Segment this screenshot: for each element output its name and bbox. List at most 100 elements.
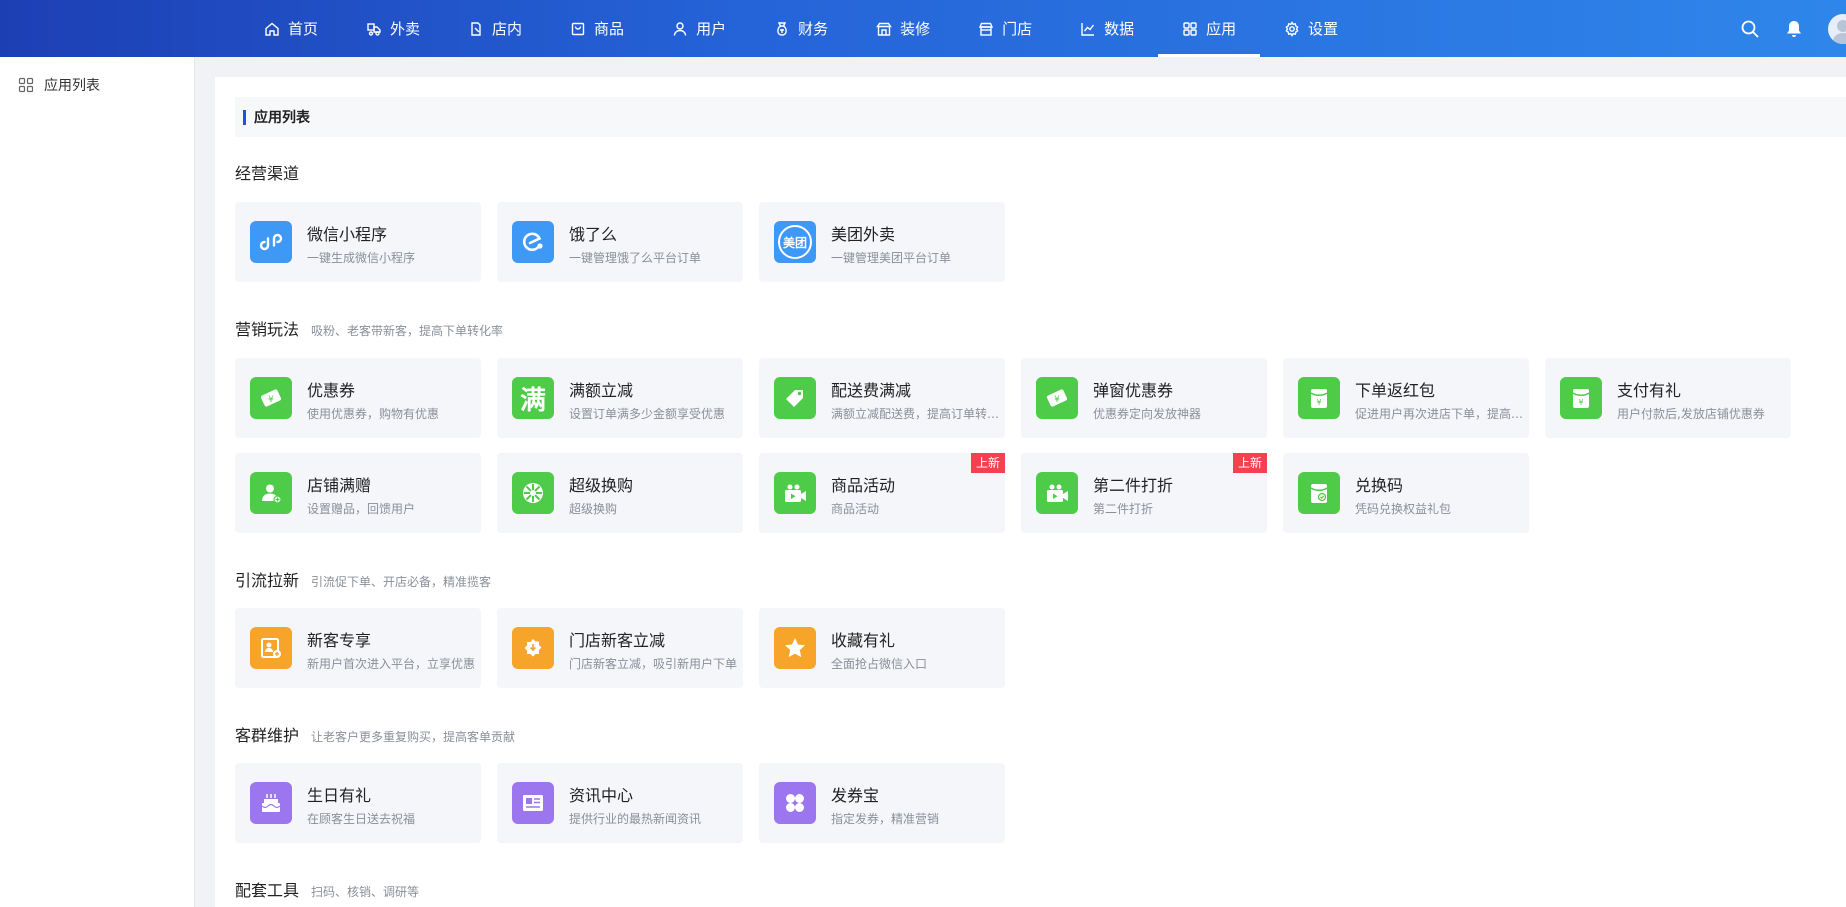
card-name: 门店新客立减 — [569, 631, 666, 650]
card-desc: 一键管理饿了么平台订单 — [569, 251, 702, 265]
card-name: 支付有礼 — [1617, 381, 1682, 400]
card-name: 满额立减 — [569, 381, 634, 400]
card-desc: 指定发券，精准营销 — [831, 812, 940, 826]
news-icon — [512, 782, 554, 824]
full-reduce-icon: 满 — [512, 377, 554, 419]
app-card-delivery-fee[interactable]: 配送费满减 满额立减配送费，提高订单转化率 — [759, 358, 1005, 438]
app-card-popup-coupon[interactable]: ¥ 弹窗优惠券 优惠券定向发放神器 — [1021, 358, 1267, 438]
app-card-eleme[interactable]: 饿了么 一键管理饿了么平台订单 — [497, 202, 743, 282]
nav-delivery-label: 外卖 — [390, 20, 421, 38]
sidebar: 应用列表 — [0, 57, 195, 907]
app-card-news-center[interactable]: 资讯中心 提供行业的最热新闻资讯 — [497, 763, 743, 843]
card-desc: 用户付款后,发放店铺优惠券 — [1617, 407, 1765, 421]
chart-icon — [1081, 22, 1095, 36]
card-desc: 第二件打折 — [1093, 502, 1154, 516]
nav-settings-label: 设置 — [1308, 20, 1339, 38]
group-subtitle: 吸粉、老客带新客，提高下单转化率 — [311, 324, 504, 338]
main-content: 应用列表 经营渠道 微信小程序 一键生成微信小程序 饿了么 一键管理饿了么平台订… — [215, 77, 1846, 907]
card-name: 下单返红包 — [1355, 381, 1436, 400]
svg-text:¥: ¥ — [1316, 398, 1321, 407]
nav-shop[interactable]: 门店 — [954, 0, 1056, 57]
card-name: 发券宝 — [831, 786, 880, 805]
app-card-shop-gift[interactable]: 店铺满赠 设置赠品，回馈用户 — [235, 453, 481, 533]
card-desc: 门店新客立减，吸引新用户下单 — [569, 657, 738, 671]
app-card-new-customer[interactable]: 新客专享 新用户首次进入平台，立享优惠 — [235, 608, 481, 688]
search-icon[interactable] — [1740, 19, 1760, 39]
popup-coupon-icon: ¥ — [1036, 377, 1078, 419]
card-name: 微信小程序 — [307, 225, 388, 244]
group-title-channels: 经营渠道 — [235, 160, 299, 184]
mini-program-icon — [250, 221, 292, 263]
card-name: 资讯中心 — [569, 786, 634, 805]
nav-apps-label: 应用 — [1206, 20, 1237, 38]
card-name: 超级换购 — [569, 476, 634, 495]
nav-apps[interactable]: 应用 — [1158, 0, 1261, 57]
group-subtitle: 扫码、核销、调研等 — [311, 885, 420, 899]
nav-shop-label: 门店 — [1002, 20, 1033, 38]
nav-settings[interactable]: 设置 — [1260, 0, 1362, 57]
app-card-pay-gift[interactable]: ¥ 支付有礼 用户付款后,发放店铺优惠券 — [1545, 358, 1791, 438]
card-name: 商品活动 — [831, 476, 896, 495]
app-card-second-discount[interactable]: 第二件打折 第二件打折 上新 — [1021, 453, 1267, 533]
app-card-meituan[interactable]: 美团 美团外卖 一键管理美团平台订单 — [759, 202, 1005, 282]
app-card-coupon[interactable]: ¥ 优惠券 使用优惠券，购物有优惠 — [235, 358, 481, 438]
group-subtitle: 让老客户更多重复购买，提高客单贡献 — [311, 730, 516, 744]
card-desc: 满额立减配送费，提高订单转化率 — [831, 407, 1001, 421]
section-title: 应用列表 — [235, 97, 1846, 137]
meituan-icon-text: 美团 — [778, 225, 812, 259]
app-card-super-exchange[interactable]: 超级换购 超级换购 — [497, 453, 743, 533]
card-name: 优惠券 — [307, 381, 356, 400]
coupon-icon: ¥ — [250, 377, 292, 419]
group-title-text: 经营渠道 — [235, 164, 300, 183]
sidebar-item-app-list[interactable]: 应用列表 — [0, 57, 194, 113]
card-desc: 提供行业的最热新闻资讯 — [569, 812, 702, 826]
nav-user[interactable]: 用户 — [648, 0, 750, 57]
meituan-icon: 美团 — [774, 221, 816, 263]
group-title-marketing: 营销玩法 吸粉、老客带新客，提高下单转化率 — [235, 316, 503, 340]
card-desc: 优惠券定向发放神器 — [1093, 407, 1202, 421]
nav-data-label: 数据 — [1104, 20, 1135, 38]
top-navbar: 首页 外卖 店内 商品 用户 财务 装修 门店 数据 应用 设置 — [0, 0, 1846, 57]
delivery-fee-icon — [774, 377, 816, 419]
svg-text:¥: ¥ — [1054, 395, 1060, 405]
avatar[interactable] — [1828, 13, 1846, 44]
app-card-collect-gift[interactable]: 收藏有礼 全面抢占微信入口 — [759, 608, 1005, 688]
app-card-goods-activity[interactable]: 商品活动 商品活动 上新 — [759, 453, 1005, 533]
card-desc: 使用优惠券，购物有优惠 — [307, 407, 440, 421]
app-card-coupon-box[interactable]: 发券宝 指定发券，精准营销 — [759, 763, 1005, 843]
nav-delivery[interactable]: 外卖 — [342, 0, 444, 57]
user-icon — [673, 21, 687, 36]
app-card-birthday-gift[interactable]: 生日有礼 在顾客生日送去祝福 — [235, 763, 481, 843]
nav-store-inside[interactable]: 店内 — [444, 0, 546, 57]
nav-decorate[interactable]: 装修 — [852, 0, 954, 57]
nav-goods[interactable]: 商品 — [546, 0, 648, 57]
app-card-full-reduce[interactable]: 满 满额立减 设置订单满多少金额享受优惠 — [497, 358, 743, 438]
nav-decorate-label: 装修 — [900, 20, 931, 38]
card-desc: 一键管理美团平台订单 — [831, 251, 952, 265]
card-name: 第二件打折 — [1093, 476, 1174, 495]
app-card-wechat-mini[interactable]: 微信小程序 一键生成微信小程序 — [235, 202, 481, 282]
card-desc: 超级换购 — [569, 502, 618, 516]
second-discount-icon — [1036, 472, 1078, 514]
coupon-box-icon — [774, 782, 816, 824]
app-card-store-new-customer[interactable]: 门店新客立减 门店新客立减，吸引新用户下单 — [497, 608, 743, 688]
cake-icon — [250, 782, 292, 824]
bell-icon[interactable] — [1784, 19, 1804, 39]
group-title-text: 客群维护 — [235, 726, 300, 745]
group-title-text: 配套工具 — [235, 881, 300, 900]
group-title-text: 引流拉新 — [235, 571, 300, 590]
store-new-customer-icon — [512, 627, 554, 669]
nav-finance[interactable]: 财务 — [750, 0, 852, 57]
nav-user-label: 用户 — [696, 20, 727, 38]
card-name: 美团外卖 — [831, 225, 896, 244]
nav-data[interactable]: 数据 — [1056, 0, 1158, 57]
nav-home[interactable]: 首页 — [240, 0, 342, 57]
goods-icon — [571, 22, 585, 35]
app-card-red-packet[interactable]: ¥ 下单返红包 促进用户再次进店下单，提高复购 — [1283, 358, 1529, 438]
group-title-retention: 客群维护 让老客户更多重复购买，提高客单贡献 — [235, 722, 515, 746]
app-card-redeem-code[interactable]: 兑换码 凭码兑换权益礼包 — [1283, 453, 1529, 533]
group-title-text: 营销玩法 — [235, 320, 300, 339]
card-name: 配送费满减 — [831, 381, 912, 400]
shop-icon — [979, 22, 994, 36]
super-exchange-icon — [512, 472, 554, 514]
